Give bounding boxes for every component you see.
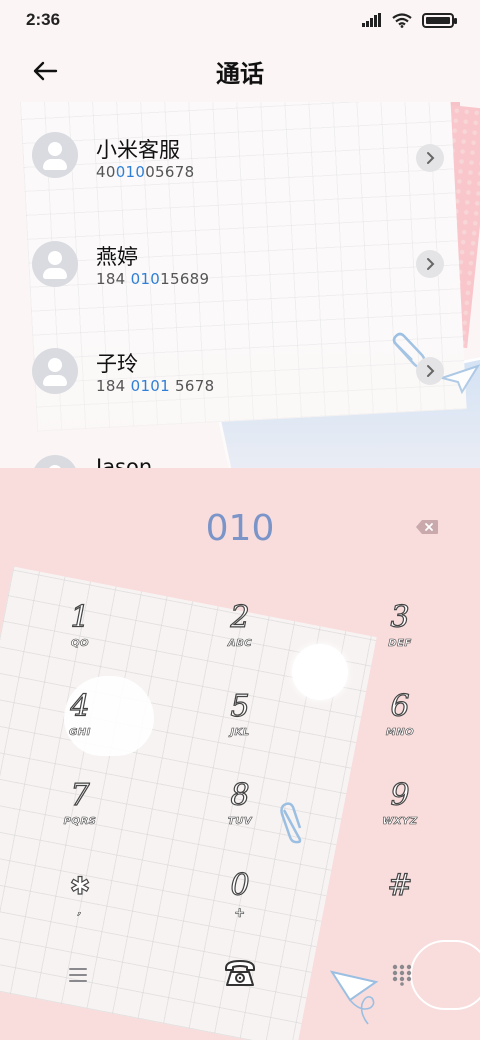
- avatar: [32, 132, 78, 178]
- contact-detail-button[interactable]: [416, 250, 444, 278]
- dial-key-6[interactable]: 6 MNO: [340, 688, 460, 769]
- call-button[interactable]: [220, 958, 260, 988]
- dial-key-2[interactable]: 2 ABC: [180, 599, 300, 680]
- paper-plane-icon: [330, 970, 379, 1025]
- signal-icon: [362, 13, 381, 27]
- dial-key-3[interactable]: 3 DEF: [340, 599, 460, 680]
- contact-row[interactable]: 燕婷 184 01015689: [0, 209, 480, 316]
- wifi-icon: [392, 12, 412, 28]
- contact-number: 184 0101 5678: [96, 377, 215, 395]
- key-letters: JKL: [230, 727, 250, 739]
- dial-key-hash[interactable]: #: [340, 867, 460, 948]
- contact-row[interactable]: Jason: [0, 423, 480, 468]
- status-time: 2:36: [26, 10, 61, 29]
- key-digit: 1: [70, 599, 90, 635]
- contact-number: 184 01015689: [96, 270, 210, 288]
- contact-row[interactable]: 子玲 184 0101 5678: [0, 316, 480, 423]
- menu-icon: [69, 968, 87, 982]
- key-letters: ABC: [227, 638, 253, 650]
- dial-key-star[interactable]: ✱,: [20, 868, 140, 948]
- header: 通话: [0, 40, 480, 102]
- contact-name: 子玲: [96, 352, 138, 376]
- avatar: [32, 348, 78, 394]
- dial-key-7[interactable]: 7 PQRS: [20, 777, 140, 858]
- key-letters: DEF: [388, 638, 412, 650]
- contact-detail-button[interactable]: [416, 357, 444, 385]
- key-digit: 4: [70, 688, 90, 724]
- dial-key-0[interactable]: 0 +: [180, 867, 300, 948]
- key-letters: WXYZ: [382, 816, 418, 828]
- key-digit: 5: [230, 688, 250, 724]
- keypad-icon: [392, 964, 412, 986]
- page-title: 通话: [216, 59, 264, 88]
- dial-input[interactable]: 010: [0, 508, 480, 549]
- dial-key-8[interactable]: 8 TUV: [180, 777, 300, 858]
- backspace-icon[interactable]: [415, 519, 439, 535]
- keypad-button[interactable]: [382, 960, 422, 990]
- contact-row[interactable]: 小米客服 4001005678: [0, 102, 480, 209]
- key-letters: TUV: [227, 816, 253, 828]
- key-digit: 3: [390, 599, 410, 635]
- key-letters: +: [234, 906, 246, 922]
- dial-key-5[interactable]: 5 JKL: [180, 688, 300, 769]
- dial-key-4[interactable]: 4 GHI: [20, 688, 140, 769]
- chevron-right-icon: [427, 152, 435, 164]
- key-letters: MNO: [385, 727, 415, 739]
- contact-list: 小米客服 4001005678 燕婷 184 01015689 子玲 184 0…: [0, 102, 480, 468]
- menu-button[interactable]: [58, 960, 98, 990]
- contact-name: 燕婷: [96, 245, 138, 269]
- key-digit: #: [387, 867, 413, 903]
- contact-name: 小米客服: [96, 138, 180, 162]
- key-digit: ✱: [69, 871, 91, 900]
- chevron-right-icon: [427, 258, 435, 270]
- key-letters: PQRS: [63, 816, 97, 828]
- status-bar: 2:36: [0, 0, 480, 40]
- contact-name: Jason: [96, 455, 153, 468]
- key-digit: 0: [230, 867, 250, 903]
- avatar: [32, 455, 78, 468]
- battery-icon: [422, 12, 457, 28]
- key-digit: 7: [70, 777, 90, 813]
- dial-key-9[interactable]: 9 WXYZ: [340, 777, 460, 858]
- key-letters: ,: [77, 906, 83, 918]
- key-digit: 9: [390, 777, 410, 813]
- contact-number: 4001005678: [96, 163, 195, 181]
- dial-key-1[interactable]: 1 QO: [20, 599, 140, 680]
- key-digit: 8: [230, 777, 250, 813]
- dialpad: 010 1 QO 2 ABC 3 DEF 4 GHI 5 JKL 6 MNO 7 PQRS 8…: [0, 468, 480, 1040]
- key-digit: 2: [230, 599, 250, 635]
- arrow-left-icon: [33, 61, 58, 81]
- back-button[interactable]: [28, 54, 62, 88]
- key-letters: QO: [70, 638, 89, 650]
- telephone-icon: [225, 960, 255, 986]
- key-letters: GHI: [69, 727, 91, 739]
- contact-detail-button[interactable]: [416, 144, 444, 172]
- chevron-right-icon: [427, 365, 435, 377]
- key-digit: 6: [390, 688, 410, 724]
- status-icons: [362, 12, 457, 28]
- avatar: [32, 241, 78, 287]
